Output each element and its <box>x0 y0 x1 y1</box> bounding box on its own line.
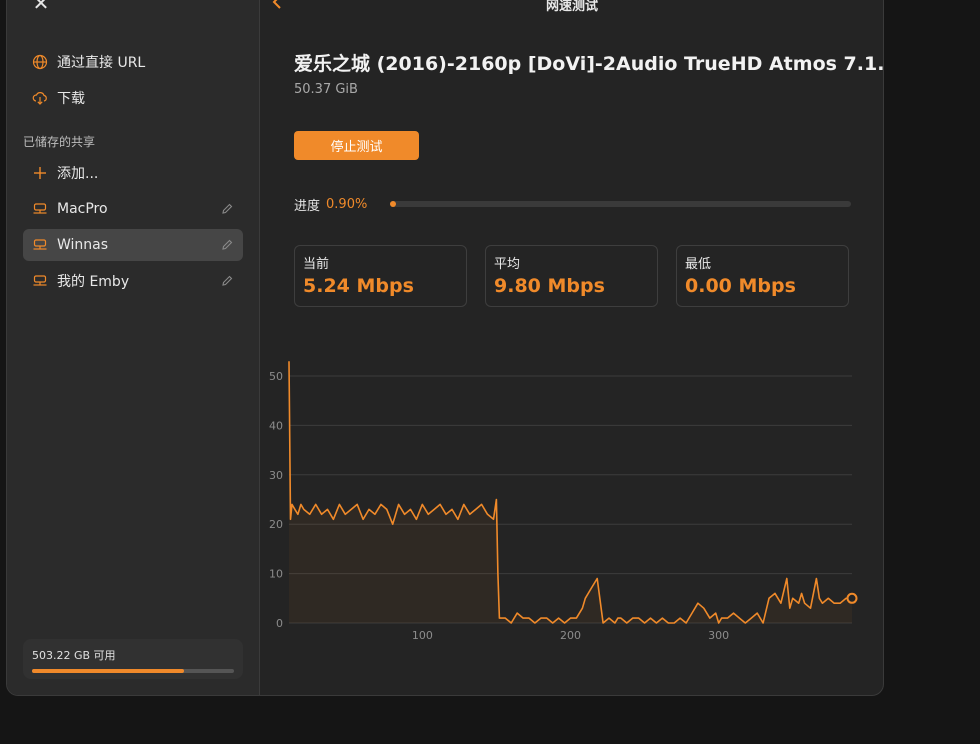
x-tick-label: 100 <box>412 629 433 642</box>
sidebar-item-download[interactable]: 下载 <box>23 82 243 114</box>
storage-bar <box>32 669 234 673</box>
progress-row: 进度 0.90% <box>294 195 851 214</box>
sidebar-item-label: 下载 <box>57 91 85 107</box>
saved-shares-header: 已储存的共享 <box>23 135 96 149</box>
main-panel: 网速测试 爱乐之城 (2016)-2160p [DoVi]-2Audio Tru… <box>261 0 883 695</box>
y-tick-label: 30 <box>269 469 283 482</box>
stat-value: 9.80 Mbps <box>494 275 605 297</box>
y-tick-label: 10 <box>269 568 283 581</box>
sidebar-item-add[interactable]: 添加... <box>23 157 243 189</box>
stat-label: 平均 <box>494 257 521 272</box>
pencil-icon[interactable] <box>219 201 235 217</box>
current-point-marker <box>846 592 858 604</box>
sidebar-item-macpro[interactable]: MacPro <box>23 193 243 225</box>
sidebar-item-label: 我的 Emby <box>57 274 130 290</box>
progress-label: 进度 <box>294 198 321 214</box>
stat-label: 当前 <box>303 257 330 272</box>
sidebar-item-winnas[interactable]: Winnas <box>23 229 243 261</box>
stat-average: 平均 9.80 Mbps <box>485 245 658 307</box>
sidebar-item-label: 通过直接 URL <box>57 55 146 71</box>
stat-value: 5.24 Mbps <box>303 275 414 297</box>
sidebar-item-label: Winnas <box>57 237 109 253</box>
app-window: ✕ 通过直接 URL 下载 已储存的共享 添加... MacPro Winnas… <box>6 0 884 696</box>
sidebar-item-direct-url[interactable]: 通过直接 URL <box>23 46 243 78</box>
y-tick-label: 0 <box>276 617 283 630</box>
storage-bar-fill <box>32 669 184 673</box>
progress-fill <box>390 201 397 207</box>
pencil-icon[interactable] <box>219 273 235 289</box>
file-title: 爱乐之城 (2016)-2160p [DoVi]-2Audio TrueHD A… <box>294 53 884 75</box>
stat-label: 最低 <box>685 257 712 272</box>
file-size: 50.37 GiB <box>294 82 358 97</box>
server-icon <box>31 200 49 218</box>
storage-available-text: 503.22 GB 可用 <box>32 649 116 662</box>
sidebar-item-label: MacPro <box>57 201 108 217</box>
speed-chart: 0 10 20 30 40 50 100 200 300 <box>269 361 858 642</box>
cloud-download-icon <box>31 89 49 107</box>
stat-current: 当前 5.24 Mbps <box>294 245 467 307</box>
globe-icon <box>31 53 49 71</box>
storage-indicator: 503.22 GB 可用 <box>23 639 243 679</box>
server-icon <box>31 236 49 254</box>
plus-icon <box>31 164 49 182</box>
x-tick-label: 200 <box>560 629 581 642</box>
sidebar-item-label: 添加... <box>57 166 99 182</box>
close-icon[interactable]: ✕ <box>29 0 53 15</box>
stop-test-button[interactable]: 停止测试 <box>294 131 419 160</box>
page-title: 网速测试 <box>545 0 598 14</box>
y-tick-label: 20 <box>269 518 283 531</box>
progress-track <box>390 201 851 207</box>
x-tick-label: 300 <box>708 629 729 642</box>
sidebar: ✕ 通过直接 URL 下载 已储存的共享 添加... MacPro Winnas… <box>7 0 260 695</box>
y-tick-label: 50 <box>269 370 283 383</box>
pencil-icon[interactable] <box>219 237 235 253</box>
progress-value: 0.90% <box>326 196 368 212</box>
stat-minimum: 最低 0.00 Mbps <box>676 245 849 307</box>
series-area <box>289 361 852 623</box>
sidebar-item-my-emby[interactable]: 我的 Emby <box>23 265 243 297</box>
server-icon <box>31 272 49 290</box>
stat-value: 0.00 Mbps <box>685 275 796 297</box>
y-tick-label: 40 <box>269 419 283 432</box>
